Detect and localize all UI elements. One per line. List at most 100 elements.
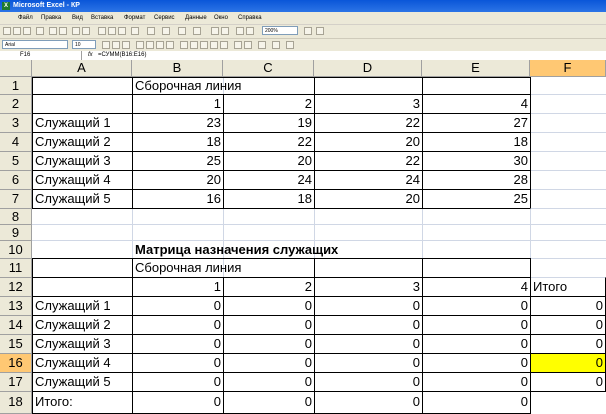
zoom-select[interactable]: 200%	[262, 26, 298, 35]
borders-icon[interactable]	[258, 41, 266, 49]
column-header-b[interactable]: B	[132, 60, 223, 77]
assignment-cell[interactable]: 0	[423, 335, 530, 353]
percent-icon[interactable]	[190, 41, 198, 49]
column-header-c[interactable]: C	[223, 60, 314, 77]
merge-center-icon[interactable]	[166, 41, 174, 49]
cost-cell[interactable]: 22	[224, 133, 314, 151]
paste-icon[interactable]	[118, 27, 126, 35]
employee-label[interactable]: Служащий 1	[33, 114, 113, 132]
row-header-12[interactable]: 12	[0, 278, 32, 297]
employee-label[interactable]: Служащий 1	[33, 297, 113, 315]
autosum-icon[interactable]	[193, 27, 201, 35]
employee-label[interactable]: Служащий 3	[33, 152, 113, 170]
row-total-cell[interactable]: 0	[531, 335, 605, 353]
permission-icon[interactable]	[36, 27, 44, 35]
employee-label[interactable]: Служащий 2	[33, 133, 113, 151]
assignment-cell[interactable]: 0	[315, 373, 422, 391]
cut-icon[interactable]	[98, 27, 106, 35]
total-header[interactable]: Итого	[531, 278, 605, 296]
active-cell[interactable]: 0	[531, 354, 605, 372]
menu-file[interactable]: Файл	[18, 12, 33, 24]
hyperlink-icon[interactable]	[178, 27, 186, 35]
italic-icon[interactable]	[112, 41, 120, 49]
row-header-5[interactable]: 5	[0, 152, 32, 171]
row-header-6[interactable]: 6	[0, 171, 32, 190]
assignment-cell[interactable]: 0	[133, 354, 223, 372]
table2-line-1[interactable]: 1	[133, 278, 223, 296]
cost-cell[interactable]: 19	[224, 114, 314, 132]
assignment-cell[interactable]: 0	[423, 316, 530, 334]
row-total-cell[interactable]: 0	[531, 297, 605, 315]
table2-line-3[interactable]: 3	[315, 278, 422, 296]
table1-line-3[interactable]: 3	[315, 95, 422, 113]
menu-insert[interactable]: Вставка	[91, 12, 113, 24]
sort-ascending-icon[interactable]	[211, 27, 219, 35]
save-icon[interactable]	[23, 27, 31, 35]
column-header-a[interactable]: A	[32, 60, 132, 77]
assignment-cell[interactable]: 0	[315, 335, 422, 353]
employee-label[interactable]: Служащий 5	[33, 190, 113, 208]
table1-line-4[interactable]: 4	[423, 95, 530, 113]
name-box[interactable]: F16	[0, 51, 82, 60]
align-left-icon[interactable]	[136, 41, 144, 49]
underline-icon[interactable]	[122, 41, 130, 49]
assignment-cell[interactable]: 0	[224, 373, 314, 391]
row-header-15[interactable]: 15	[0, 335, 32, 354]
row-total-cell[interactable]: 0	[531, 373, 605, 391]
cost-cell[interactable]: 20	[133, 171, 223, 189]
row-header-11[interactable]: 11	[0, 259, 32, 278]
drawing-icon[interactable]	[246, 27, 254, 35]
insert-function-icon[interactable]: fx	[88, 51, 93, 60]
assignment-cell[interactable]: 0	[133, 297, 223, 315]
decrease-indent-icon[interactable]	[234, 41, 242, 49]
chart-wizard-icon[interactable]	[236, 27, 244, 35]
employee-label[interactable]: Служащий 4	[33, 354, 113, 372]
menu-data[interactable]: Данные	[185, 12, 207, 24]
assignment-cell[interactable]: 0	[224, 354, 314, 372]
cost-cell[interactable]: 27	[423, 114, 530, 132]
select-all-corner[interactable]	[0, 60, 32, 77]
table1-header[interactable]: Сборочная линия	[133, 77, 243, 94]
menu-help[interactable]: Справка	[238, 12, 262, 24]
open-icon[interactable]	[13, 27, 21, 35]
assignment-cell[interactable]: 0	[315, 297, 422, 315]
cost-cell[interactable]: 18	[224, 190, 314, 208]
new-icon[interactable]	[3, 27, 11, 35]
font-size-select[interactable]: 10	[72, 40, 96, 49]
increase-decimal-icon[interactable]	[210, 41, 218, 49]
column-total-cell[interactable]: 0	[224, 392, 314, 412]
employee-label[interactable]: Служащий 3	[33, 335, 113, 353]
cost-cell[interactable]: 24	[224, 171, 314, 189]
column-header-d[interactable]: D	[314, 60, 422, 77]
cost-cell[interactable]: 18	[133, 133, 223, 151]
table2-header[interactable]: Сборочная линия	[133, 259, 243, 277]
cost-cell[interactable]: 20	[224, 152, 314, 170]
cost-cell[interactable]: 22	[315, 152, 422, 170]
table2-title[interactable]: Матрица назначения служащих	[133, 241, 340, 258]
row-header-2[interactable]: 2	[0, 95, 32, 114]
align-right-icon[interactable]	[156, 41, 164, 49]
table2-line-4[interactable]: 4	[423, 278, 530, 296]
table2-line-2[interactable]: 2	[224, 278, 314, 296]
totals-label[interactable]: Итого:	[33, 392, 75, 412]
menu-format[interactable]: Формат	[124, 12, 145, 24]
row-header-1[interactable]: 1	[0, 77, 32, 95]
assignment-cell[interactable]: 0	[423, 373, 530, 391]
font-name-select[interactable]: Arial	[2, 40, 68, 49]
column-header-f[interactable]: F	[530, 60, 606, 77]
cost-cell[interactable]: 20	[315, 190, 422, 208]
print-preview-icon[interactable]	[59, 27, 67, 35]
fill-color-icon[interactable]	[272, 41, 280, 49]
row-header-13[interactable]: 13	[0, 297, 32, 316]
assignment-cell[interactable]: 0	[315, 354, 422, 372]
cost-cell[interactable]: 23	[133, 114, 223, 132]
table1-line-2[interactable]: 2	[224, 95, 314, 113]
employee-label[interactable]: Служащий 5	[33, 373, 113, 391]
menu-edit[interactable]: Правка	[41, 12, 61, 24]
spelling-icon[interactable]	[72, 27, 80, 35]
row-header-8[interactable]: 8	[0, 209, 32, 225]
assignment-cell[interactable]: 0	[133, 316, 223, 334]
undo-icon[interactable]	[147, 27, 155, 35]
menu-tools[interactable]: Сервис	[154, 12, 175, 24]
align-center-icon[interactable]	[146, 41, 154, 49]
